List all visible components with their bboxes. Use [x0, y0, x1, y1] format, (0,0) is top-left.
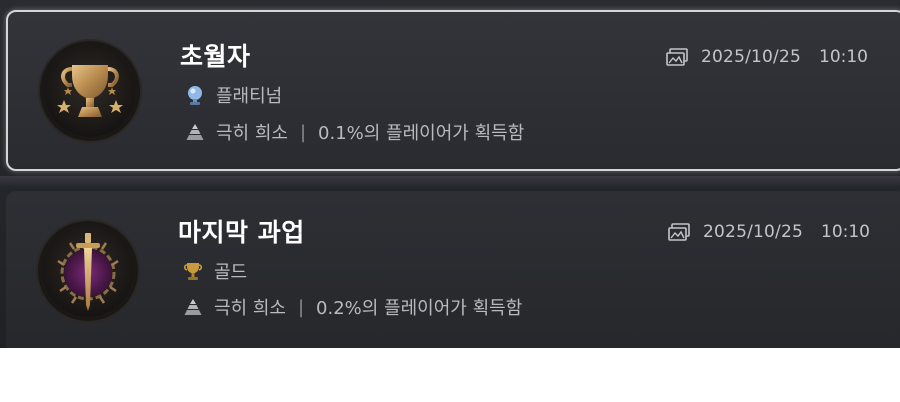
trophy-card-platinum[interactable]: 초월자 플래티넘 극히 희소 | 0.1%의 플레이어가 획득함 2025/10…: [6, 10, 900, 171]
screenshot-gallery-icon: [665, 47, 689, 67]
earned-timestamp: 2025/10/25 10:10: [665, 47, 868, 67]
trophy-grade: 플래티넘: [184, 82, 282, 108]
rarity-label: 극히 희소: [214, 298, 286, 319]
trophy-grade: 골드: [182, 258, 247, 284]
ultra-rare-pyramid-icon: [182, 296, 204, 318]
gold-trophy-icon: [182, 260, 204, 282]
rarity-label: 극히 희소: [216, 123, 288, 144]
rarity-separator: |: [299, 121, 307, 143]
ultra-rare-pyramid-icon: [184, 121, 206, 143]
trophy-rarity: 극히 희소 | 0.2%의 플레이어가 획득함: [182, 294, 522, 320]
trophy-list: 초월자 플래티넘 극히 희소 | 0.1%의 플레이어가 획득함 2025/10…: [0, 0, 900, 348]
earned-timestamp: 2025/10/25 10:10: [667, 222, 870, 242]
earned-date: 2025/10/25: [701, 47, 801, 67]
platinum-trophy-icon: [184, 84, 206, 106]
dagger-thorns-badge-icon: [57, 233, 119, 311]
card-divider: [0, 176, 900, 188]
earned-date: 2025/10/25: [703, 222, 803, 242]
screenshot-gallery-icon: [667, 222, 691, 242]
trophy-rarity: 극히 희소 | 0.1%의 플레이어가 획득함: [184, 119, 524, 145]
trophy-grade-label: 플래티넘: [216, 86, 283, 107]
trophy-badge-golden-cup: [44, 45, 136, 137]
earned-time: 10:10: [821, 222, 870, 242]
trophy-grade-label: 골드: [214, 262, 248, 283]
trophy-title: 마지막 과업: [178, 218, 305, 247]
trophy-badge-dagger-thorns: [42, 225, 134, 317]
earned-percentage-text: 0.2%의 플레이어가 획득함: [316, 298, 523, 319]
golden-cup-badge-icon: [57, 65, 123, 117]
trophy-title: 초월자: [180, 42, 251, 71]
earned-time: 10:10: [819, 47, 868, 67]
earned-percentage-text: 0.1%의 플레이어가 획득함: [318, 123, 525, 144]
trophy-card-gold[interactable]: 마지막 과업 골드 극히 희소 | 0.2%의 플레이어가 획득함 2025/1…: [6, 191, 900, 348]
rarity-separator: |: [297, 296, 305, 318]
